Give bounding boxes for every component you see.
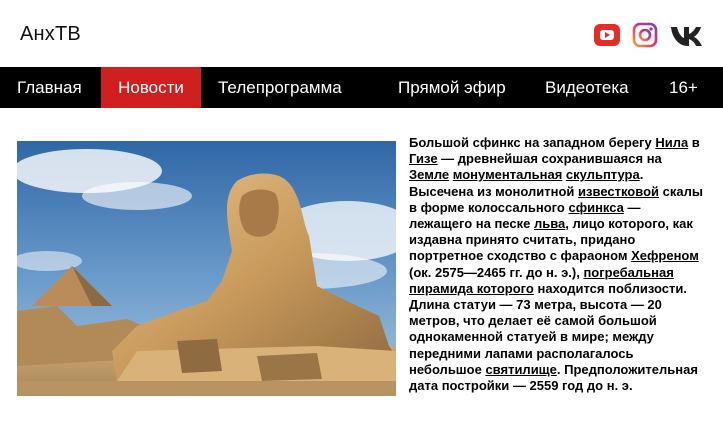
nav-item-live[interactable]: Прямой эфир [398, 67, 506, 108]
link-sanctuary[interactable]: святилище [485, 362, 556, 377]
link-giza[interactable]: Гизе [409, 151, 438, 166]
link-lion[interactable]: льва [534, 216, 565, 231]
social-links [594, 22, 708, 48]
link-nile[interactable]: Нила [655, 135, 688, 150]
nav-item-video-library[interactable]: Видеотека [545, 67, 629, 108]
article-photo [17, 141, 396, 396]
nav-item-tv-program[interactable]: Телепрограмма [218, 67, 342, 108]
link-earth[interactable]: Земле [409, 167, 449, 182]
vk-icon[interactable] [670, 22, 708, 48]
article-text-segment: — древнейшая сохранившаяся на [437, 151, 662, 167]
article-text-segment: Большой сфинкс на западном берегу [409, 135, 656, 150]
instagram-icon[interactable] [632, 22, 658, 48]
youtube-icon[interactable] [594, 22, 620, 48]
main-nav: Главная Новости Телепрограмма Прямой эфи… [0, 67, 723, 108]
link-monumental[interactable]: монументальная [453, 167, 563, 182]
link-khafre[interactable]: Хефреном [631, 248, 699, 263]
article-text: Большой сфинкс на западном берегу Нила в… [409, 135, 705, 394]
nav-item-home[interactable]: Главная [17, 67, 82, 108]
article-text-segment: (ок. 2575—2465 гг. до н. э.), [409, 264, 584, 280]
link-sculpture[interactable]: скульптура [566, 167, 640, 182]
link-sphinx[interactable]: сфинкса [568, 200, 623, 215]
site-header: АнхТВ [0, 0, 723, 67]
article-text-segment: в [688, 135, 700, 150]
age-rating-badge: 16+ [669, 78, 698, 97]
site-logo[interactable]: АнхТВ [20, 23, 81, 46]
link-limestone[interactable]: известковой [578, 184, 659, 199]
nav-item-news[interactable]: Новости [101, 67, 201, 108]
